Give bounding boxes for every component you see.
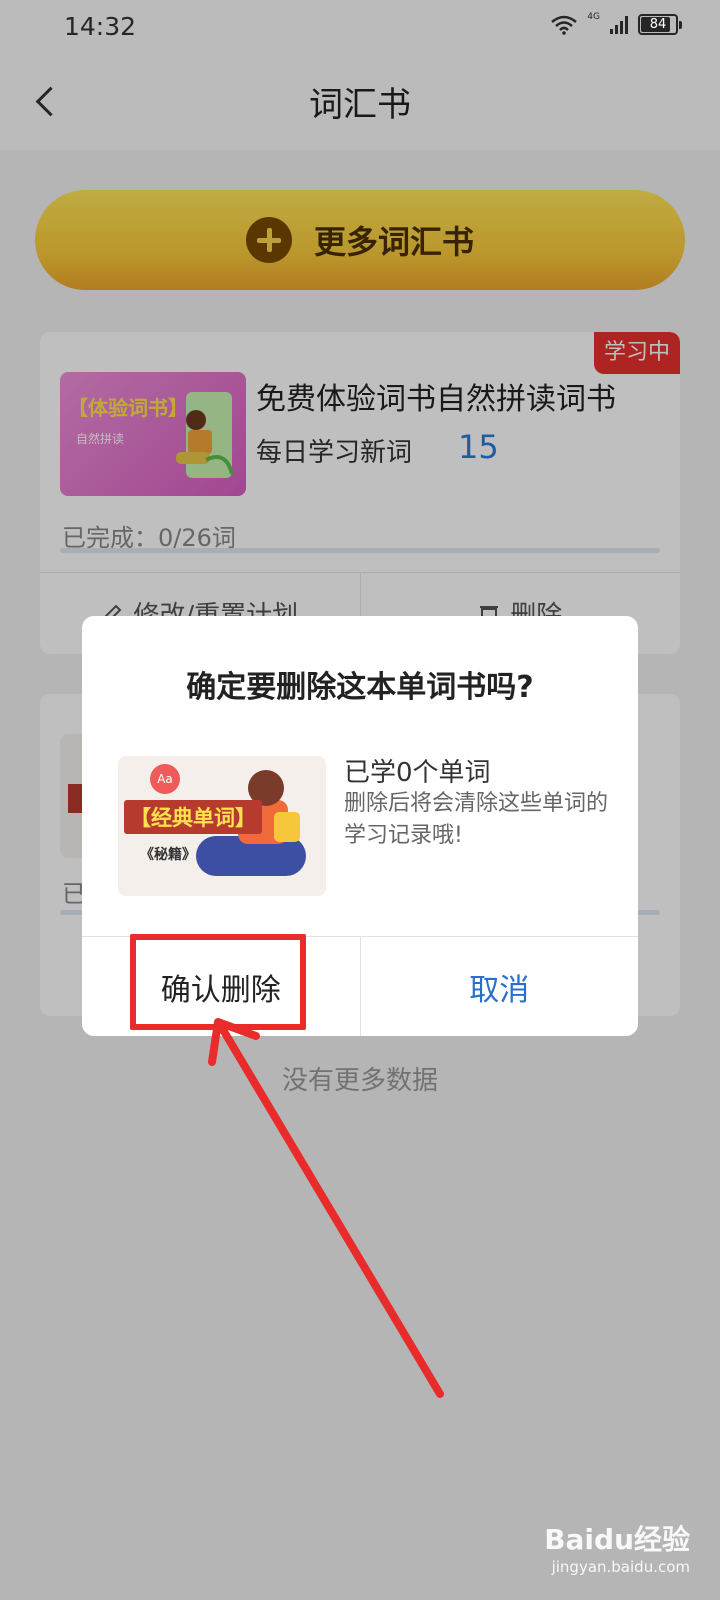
watermark: Baidu经验 jingyan.baidu.com (544, 1518, 690, 1576)
watermark-brand: Baidu经验 (544, 1523, 690, 1556)
annotation-arrow (208, 1018, 444, 1398)
watermark-url: jingyan.baidu.com (551, 1558, 690, 1576)
battery-value: 84 (649, 17, 667, 32)
